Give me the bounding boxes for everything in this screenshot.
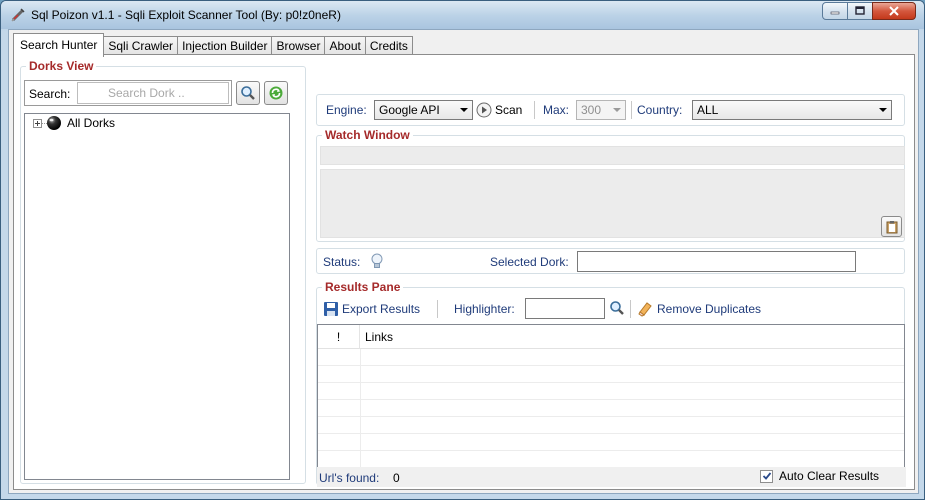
- scan-label: Scan: [495, 103, 523, 117]
- checkbox-box[interactable]: [760, 469, 773, 483]
- table-row: [318, 400, 904, 417]
- clipboard-icon: [886, 220, 897, 233]
- selected-dork-field[interactable]: [577, 251, 856, 272]
- tab-about[interactable]: About: [324, 36, 366, 56]
- urls-found-count: 0: [393, 471, 400, 485]
- engine-select[interactable]: Google API: [374, 100, 473, 120]
- max-value: 300: [581, 103, 602, 117]
- refresh-icon: [269, 86, 283, 100]
- grid-header: ! Links: [318, 325, 904, 349]
- close-button[interactable]: [872, 2, 916, 20]
- chevron-down-icon: [879, 108, 887, 112]
- app-window: Sql Poizon v1.1 - Sqli Exploit Scanner T…: [0, 0, 925, 500]
- search-label: Search:: [29, 87, 71, 101]
- tab-injection-builder[interactable]: Injection Builder: [177, 36, 273, 56]
- minimize-button[interactable]: [822, 2, 848, 20]
- dorks-tree[interactable]: All Dorks: [24, 113, 290, 480]
- max-select[interactable]: 300: [576, 100, 626, 120]
- tab-sqli-crawler[interactable]: Sqli Crawler: [103, 36, 179, 56]
- search-button[interactable]: [236, 81, 260, 105]
- maximize-button[interactable]: [847, 2, 873, 20]
- maximize-icon: [855, 6, 865, 15]
- urls-found-label: Url's found:: [319, 471, 380, 485]
- results-grid[interactable]: ! Links: [317, 324, 905, 485]
- table-row: [318, 366, 904, 383]
- main-tabs: Search Hunter Sqli Crawler Injection Bui…: [13, 33, 413, 57]
- dorks-view-group: Dorks View Search: Search Dork .. All Do…: [20, 59, 306, 484]
- toolbar-separator: [534, 101, 535, 119]
- scan-button[interactable]: Scan: [476, 99, 522, 121]
- lightbulb-icon: [371, 253, 383, 268]
- table-row: [318, 383, 904, 400]
- search-box-frame: Search: Search Dork ..: [24, 80, 232, 106]
- auto-clear-checkbox[interactable]: Auto Clear Results: [760, 469, 879, 483]
- expand-toggle[interactable]: [33, 119, 42, 128]
- syringe-app-icon: [11, 8, 25, 22]
- tree-item-all-dorks[interactable]: All Dorks: [67, 116, 115, 130]
- column-header-flag[interactable]: !: [318, 325, 360, 349]
- table-row: [318, 349, 904, 366]
- highlighter-label: Highlighter:: [454, 302, 515, 316]
- search-dork-input[interactable]: Search Dork ..: [77, 82, 229, 104]
- highlighter-input[interactable]: [525, 298, 605, 319]
- table-row: [318, 417, 904, 434]
- engine-value: Google API: [379, 103, 440, 117]
- export-results-label: Export Results: [342, 302, 421, 316]
- copy-clipboard-button[interactable]: [881, 216, 902, 237]
- table-row: [318, 434, 904, 451]
- close-icon: [889, 6, 899, 16]
- play-icon: [476, 102, 492, 118]
- magnifier-icon: [241, 86, 255, 100]
- search-dork-placeholder: Search Dork ..: [108, 86, 185, 100]
- title-bar[interactable]: Sql Poizon v1.1 - Sqli Exploit Scanner T…: [1, 1, 924, 29]
- remove-duplicates-label: Remove Duplicates: [657, 302, 762, 316]
- chevron-down-icon: [460, 108, 468, 112]
- results-pane-group: Results Pane Export Results Highlighter:: [316, 280, 905, 485]
- eraser-icon: [638, 302, 652, 317]
- checkmark-icon: [762, 472, 771, 480]
- minimize-icon: [830, 11, 840, 15]
- globe-icon: [47, 116, 61, 130]
- toolbar-separator: [437, 300, 438, 318]
- window-title: Sql Poizon v1.1 - Sqli Exploit Scanner T…: [31, 8, 341, 22]
- status-row: Status: Selected Dork:: [316, 248, 905, 274]
- table-row: [318, 451, 904, 468]
- status-label: Status:: [323, 255, 361, 269]
- magnifier-icon[interactable]: [609, 300, 625, 316]
- toolbar-separator: [630, 300, 631, 318]
- country-value: ALL: [697, 103, 719, 117]
- export-results-button[interactable]: Export Results: [323, 298, 420, 320]
- chevron-down-icon: [613, 108, 621, 112]
- country-label: Country:: [637, 103, 683, 117]
- auto-clear-label: Auto Clear Results: [779, 469, 880, 483]
- results-pane-legend: Results Pane: [322, 280, 404, 294]
- engine-label: Engine:: [326, 103, 367, 117]
- dorks-view-legend: Dorks View: [26, 59, 97, 73]
- status-bar: Url's found: 0 Auto Clear Results: [317, 467, 906, 487]
- remove-duplicates-button[interactable]: Remove Duplicates: [637, 298, 761, 320]
- engine-toolbar: Engine: Google API Scan Max: 300 Country…: [316, 94, 905, 126]
- client-area: Search Hunter Sqli Crawler Injection Bui…: [8, 29, 919, 494]
- selected-dork-label: Selected Dork:: [490, 255, 569, 269]
- save-disk-icon: [324, 302, 338, 316]
- window-controls: [822, 2, 916, 20]
- toolbar-separator: [631, 101, 632, 119]
- tab-search-hunter[interactable]: Search Hunter: [13, 33, 105, 57]
- search-hunter-page: Dorks View Search: Search Dork .. All Do…: [13, 54, 915, 490]
- max-label: Max:: [543, 103, 570, 117]
- watch-window-line: [320, 146, 905, 165]
- tab-credits[interactable]: Credits: [364, 36, 413, 56]
- tab-browser[interactable]: Browser: [271, 36, 326, 56]
- country-select[interactable]: ALL: [692, 100, 892, 120]
- watch-window-group: Watch Window: [316, 128, 905, 242]
- refresh-button[interactable]: [264, 81, 288, 105]
- column-header-links[interactable]: Links: [365, 325, 393, 349]
- watch-window-legend: Watch Window: [322, 128, 413, 142]
- watch-window-output: [320, 169, 905, 238]
